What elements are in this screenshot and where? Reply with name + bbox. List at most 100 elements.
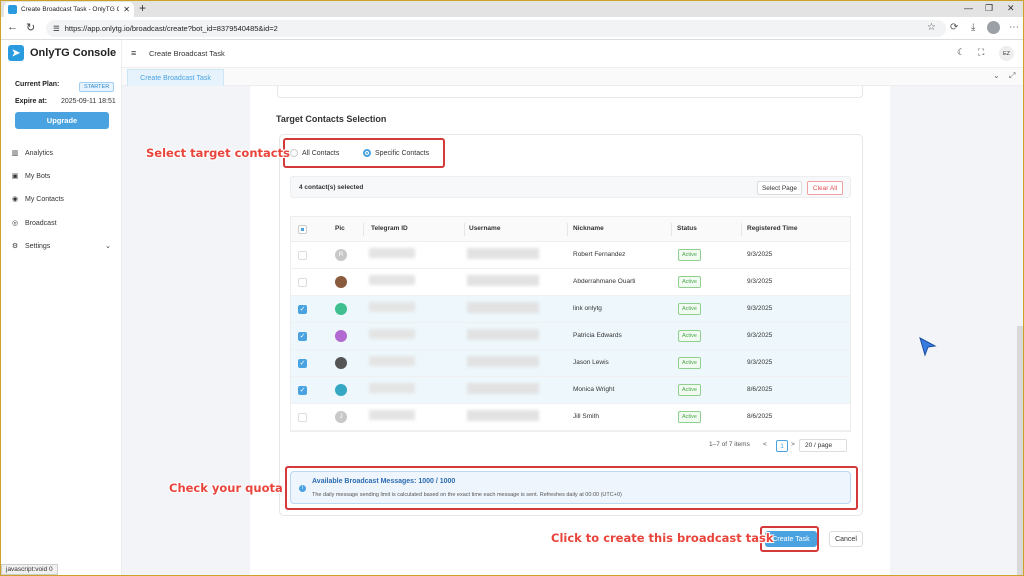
expand-icon[interactable]: ⤢ <box>1009 71 1015 81</box>
url-text: https://app.onlytg.io/broadcast/create?b… <box>64 24 278 33</box>
col-status: Status <box>677 225 697 232</box>
row-checkbox[interactable] <box>298 278 307 287</box>
scrollbar[interactable] <box>1017 326 1023 575</box>
col-divider <box>741 223 742 236</box>
table-row[interactable]: ✓ Jason Lewis Active 9/3/2025 <box>291 350 850 377</box>
previous-section-box <box>277 86 863 98</box>
telegram-id-redacted <box>369 248 415 258</box>
pagination-page[interactable]: 1 <box>776 440 788 452</box>
download-icon[interactable]: ⤓ <box>971 22 975 33</box>
fullscreen-icon[interactable]: ⛶ <box>978 47 984 58</box>
col-divider <box>363 223 364 236</box>
sidebar-item-label: My Bots <box>25 172 51 180</box>
back-icon[interactable]: ← <box>7 21 18 33</box>
telegram-id-redacted <box>369 275 415 285</box>
nickname-cell: Jason Lewis <box>573 359 609 366</box>
col-registered: Registered Time <box>747 225 798 232</box>
select-page-button[interactable]: Select Page <box>757 181 802 195</box>
page-size-select[interactable]: 20 / page <box>799 439 847 452</box>
brand-name: OnlyTG Console <box>30 47 117 59</box>
contacts-icon: ◉ <box>11 196 19 203</box>
dark-mode-icon[interactable]: ☾ <box>957 47 965 58</box>
reload-icon[interactable]: ↻ <box>26 21 35 34</box>
sidebar-item-analytics[interactable]: ▥ Analytics <box>1 143 121 163</box>
row-checkbox[interactable]: ✓ <box>298 305 307 314</box>
sidebar-item-label: Analytics <box>25 149 54 157</box>
row-checkbox[interactable]: ✓ <box>298 332 307 341</box>
status-badge: Active <box>678 357 701 369</box>
profile-icon[interactable] <box>987 21 1000 34</box>
menu-dots-icon[interactable]: ⋯ <box>1009 22 1019 33</box>
row-checkbox[interactable]: ✓ <box>298 359 307 368</box>
status-badge: Active <box>678 384 701 396</box>
avatar[interactable]: EZ <box>999 46 1014 61</box>
telegram-id-redacted <box>369 410 415 420</box>
username-redacted <box>467 302 539 313</box>
new-tab-icon[interactable]: + <box>139 1 146 16</box>
url-field[interactable]: ☰ https://app.onlytg.io/broadcast/create… <box>46 20 946 37</box>
contacts-table: Pic Telegram ID Username Nickname Status… <box>290 216 851 432</box>
status-bar-text: javascript:void 0 <box>1 564 58 575</box>
sidebar: ➤ OnlyTG Console Current Plan: STARTER E… <box>1 40 122 575</box>
username-redacted <box>467 248 539 259</box>
annotation-select-contacts: Select target contacts <box>146 146 290 160</box>
mouse-cursor-icon <box>919 337 937 357</box>
page-info-icon[interactable]: ☰ <box>53 24 60 33</box>
table-row[interactable]: ✓ Monica Wright Active 8/6/2025 <box>291 377 850 404</box>
status-badge: Active <box>678 411 701 423</box>
status-badge: Active <box>678 276 701 288</box>
close-tab-icon[interactable]: ✕ <box>123 5 130 14</box>
row-checkbox[interactable] <box>298 251 307 260</box>
table-row[interactable]: ✓ link onlytg Active 9/3/2025 <box>291 296 850 323</box>
col-divider <box>464 223 465 236</box>
sidebar-item-my-contacts[interactable]: ◉ My Contacts <box>1 189 121 209</box>
table-row[interactable]: Abderrahmane Ouarti Active 9/3/2025 <box>291 269 850 296</box>
table-header: Pic Telegram ID Username Nickname Status… <box>291 217 850 242</box>
cancel-button[interactable]: Cancel <box>829 531 863 547</box>
sidebar-item-label: Settings <box>25 242 51 250</box>
tab-create-broadcast[interactable]: Create Broadcast Task <box>127 69 224 86</box>
sidebar-item-my-bots[interactable]: ▣ My Bots <box>1 166 121 186</box>
chevron-down-icon: ⌄ <box>105 243 111 250</box>
nickname-cell: Robert Fernandez <box>573 251 626 258</box>
maximize-icon[interactable]: ❐ <box>985 1 993 16</box>
avatar: R <box>335 249 347 261</box>
upgrade-button[interactable]: Upgrade <box>15 112 109 129</box>
nickname-cell: link onlytg <box>573 305 602 312</box>
nickname-cell: Jill Smith <box>573 413 600 420</box>
col-telegram-id: Telegram ID <box>371 225 408 232</box>
telegram-id-redacted <box>369 356 415 366</box>
select-all-checkbox[interactable] <box>298 225 307 234</box>
gear-icon: ⚙ <box>11 243 19 250</box>
hamburger-menu-icon[interactable]: ≡ <box>131 48 136 58</box>
row-checkbox[interactable]: ✓ <box>298 386 307 395</box>
browser-window: Create Broadcast Task - OnlyTG C ✕ + — ❐… <box>1 1 1023 575</box>
username-redacted <box>467 410 539 421</box>
address-bar-row: ← ↻ ☰ https://app.onlytg.io/broadcast/cr… <box>1 17 1023 40</box>
bookmark-star-icon[interactable]: ☆ <box>927 22 936 33</box>
sidebar-item-broadcast[interactable]: ◎ Broadcast <box>1 213 121 233</box>
pagination-next[interactable]: > <box>791 441 795 448</box>
registered-cell: 8/6/2025 <box>747 413 773 420</box>
browser-tab[interactable]: Create Broadcast Task - OnlyTG C ✕ <box>4 2 134 17</box>
col-username: Username <box>469 225 501 232</box>
pagination-summary: 1–7 of 7 items <box>709 441 750 448</box>
close-window-icon[interactable]: ✕ <box>1007 1 1015 16</box>
extension-icon[interactable]: ⟳ <box>950 22 958 33</box>
registered-cell: 9/3/2025 <box>747 332 773 339</box>
highlight-radio-group <box>283 138 445 168</box>
row-checkbox[interactable] <box>298 413 307 422</box>
bot-icon: ▣ <box>11 173 19 180</box>
clear-all-button[interactable]: Clear All <box>807 181 843 195</box>
pagination-prev[interactable]: < <box>763 441 767 448</box>
col-pic: Pic <box>335 225 345 232</box>
plan-label: Current Plan: <box>15 81 60 88</box>
table-row[interactable]: R Robert Fernandez Active 9/3/2025 <box>291 242 850 269</box>
table-row[interactable]: J Jill Smith Active 8/6/2025 <box>291 404 850 431</box>
brand[interactable]: ➤ OnlyTG Console <box>8 45 116 61</box>
status-badge: Active <box>678 303 701 315</box>
sidebar-item-settings[interactable]: ⚙ Settings ⌄ <box>1 236 121 256</box>
chevron-down-icon[interactable]: ⌄ <box>993 71 1000 80</box>
table-row[interactable]: ✓ Patricia Edwards Active 9/3/2025 <box>291 323 850 350</box>
minimize-icon[interactable]: — <box>964 1 973 16</box>
